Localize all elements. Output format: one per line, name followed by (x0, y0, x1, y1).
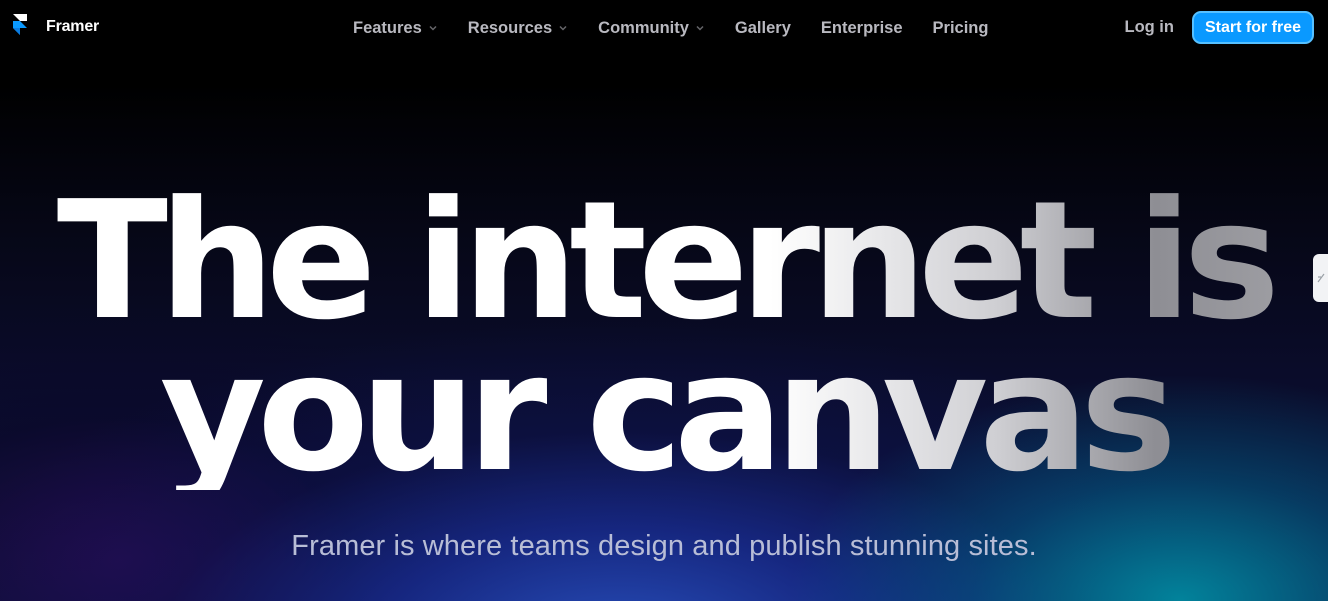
nav-item-label: Community (598, 18, 689, 37)
chevron-down-icon (696, 25, 704, 31)
main-menu: Features Resources Community Gallery Ent… (353, 0, 1018, 56)
page: Framer Features Resources Community Gall… (0, 0, 1328, 601)
nav-item-label: Gallery (734, 18, 791, 37)
nav-item-gallery[interactable]: Gallery (735, 19, 791, 38)
login-link[interactable]: Log in (1124, 18, 1173, 37)
nav-item-label: Resources (467, 18, 553, 37)
hero-title: The internet is your canvas (0, 186, 1328, 490)
nav-item-label: Enterprise (820, 18, 903, 37)
hero-title-line-2: your canvas (159, 319, 1169, 508)
nav-item-label: Features (353, 18, 422, 37)
framer-logo-icon (13, 14, 27, 35)
nav-actions: Log in Start for free (1124, 11, 1314, 44)
top-nav: Framer Features Resources Community Gall… (0, 0, 1328, 56)
nav-item-pricing[interactable]: Pricing (933, 19, 989, 38)
hero-subtitle: Framer is where teams design and publish… (291, 530, 1037, 562)
brand-name: Framer (46, 18, 100, 35)
start-for-free-button[interactable]: Start for free (1191, 11, 1314, 44)
chevron-down-icon (559, 25, 567, 31)
chevron-down-icon (429, 25, 437, 31)
nav-item-community[interactable]: Community (598, 19, 705, 38)
extension-tab-icon (1317, 273, 1324, 283)
nav-item-enterprise[interactable]: Enterprise (821, 19, 903, 38)
logo-link[interactable]: Framer (12, 13, 99, 41)
side-extension-tab[interactable] (1313, 254, 1328, 302)
nav-item-features[interactable]: Features (353, 19, 438, 38)
nav-item-resources[interactable]: Resources (468, 19, 568, 38)
nav-item-label: Pricing (932, 18, 989, 37)
hero-title-line-1: The internet is (56, 167, 1272, 356)
